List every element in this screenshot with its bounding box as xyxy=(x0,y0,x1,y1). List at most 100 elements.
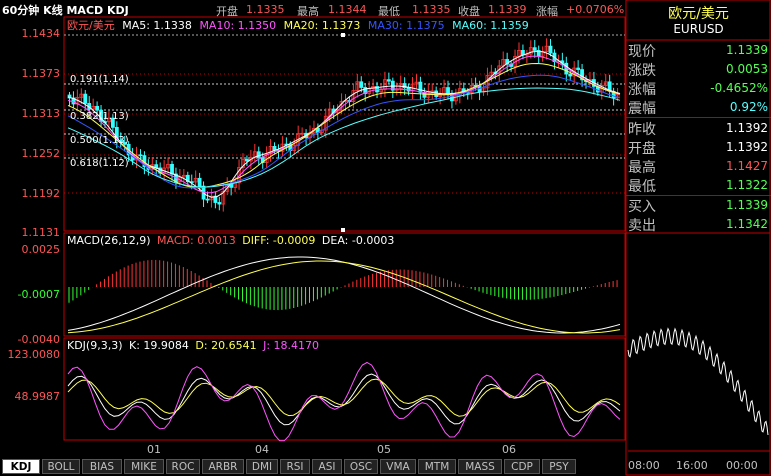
tab-bias[interactable]: BIAS xyxy=(82,459,122,474)
candle-body xyxy=(446,87,450,94)
quote-value: 1.1427 xyxy=(726,159,768,173)
quote-label: 涨跌 xyxy=(628,63,656,79)
diff-value: DIFF: -0.0009 xyxy=(242,234,316,247)
kline-legend: 欧元/美元 MA5: 1.1338 MA10: 1.1350 MA20: 1.1… xyxy=(67,17,529,33)
candle-body xyxy=(170,163,174,175)
quote-value: 1.1342 xyxy=(726,217,768,231)
kdj-y-tick: 123.0080 xyxy=(7,348,61,361)
quote-row: 现价 1.1339 xyxy=(626,41,771,60)
quote-label: 卖出 xyxy=(628,218,656,234)
quote-row: 开盘 1.1392 xyxy=(626,138,771,157)
quote-row: 涨跌 0.0053 xyxy=(626,60,771,79)
tab-mass[interactable]: MASS xyxy=(458,459,502,474)
dea-value: DEA: -0.0003 xyxy=(321,234,395,247)
quote-label: 昨收 xyxy=(628,122,656,138)
quote-panel: 欧元/美元 EURUSD 现价 1.1339 涨跌 0.0053 涨幅 -0.4… xyxy=(626,0,771,476)
quote-row: 涨幅 -0.4652% xyxy=(626,79,771,98)
kdj-y-tick: 48.9987 xyxy=(14,390,61,403)
tab-asi[interactable]: ASI xyxy=(312,459,342,474)
quote-value: 0.0053 xyxy=(726,62,768,76)
ma10-label: MA10: 1.1350 xyxy=(199,19,277,32)
k-value: K: 19.9084 xyxy=(129,339,189,352)
fib-label: 0.500(1.13) xyxy=(70,135,129,146)
ma20-label: MA20: 1.1373 xyxy=(283,19,361,32)
kdj-title: KDJ(9,3,3) xyxy=(67,339,123,352)
macd-y-tick: -0.0040 xyxy=(17,333,60,346)
tab-osc[interactable]: OSC xyxy=(344,459,378,474)
x-axis-label: 01 xyxy=(147,443,161,456)
candle-body xyxy=(568,73,573,77)
kline-y-tick: 1.1131 xyxy=(21,226,61,239)
kdj-panel-frame xyxy=(63,337,626,441)
quote-value: 1.1392 xyxy=(726,140,768,154)
symbol-code: EURUSD xyxy=(673,22,724,36)
tab-roc[interactable]: ROC xyxy=(166,459,200,474)
tab-kdj[interactable]: KDJ xyxy=(2,459,40,474)
tab-cdp[interactable]: CDP xyxy=(504,459,540,474)
ma30-line xyxy=(67,74,621,189)
j-value: J: 18.4170 xyxy=(263,339,320,352)
candle-body xyxy=(217,202,222,205)
ma60-label: MA60: 1.1359 xyxy=(452,19,529,32)
quote-row: 买入 1.1339 xyxy=(626,196,771,215)
macd-y-tick: 0.0025 xyxy=(21,243,61,256)
fib-label: 0.618(1.12) xyxy=(70,158,129,169)
quote-value: 1.1339 xyxy=(726,198,768,212)
indicator-tabs: KDJ BOLL BIAS MIKE ROC ARBR DMI RSI ASI … xyxy=(0,458,625,476)
kline-y-tick: 1.1313 xyxy=(21,107,61,120)
quote-label: 开盘 xyxy=(628,141,656,157)
tab-mike[interactable]: MIKE xyxy=(124,459,164,474)
symbol-header: 欧元/美元 EURUSD xyxy=(626,0,771,40)
candle-body xyxy=(205,198,210,201)
tab-psy[interactable]: PSY xyxy=(542,459,576,474)
tab-rsi[interactable]: RSI xyxy=(280,459,310,474)
candle-body xyxy=(138,154,143,157)
candle-body xyxy=(532,47,537,51)
quote-label: 震幅 xyxy=(628,101,656,117)
x-axis-label: 04 xyxy=(255,443,269,456)
kline-y-tick: 1.1252 xyxy=(21,147,61,160)
x-axis-label: 05 xyxy=(377,443,391,456)
macd-value: MACD: 0.0013 xyxy=(157,234,236,247)
quote-label: 现价 xyxy=(628,44,656,60)
d-line xyxy=(67,378,621,417)
chart-terminal: 60分钟 K线 MACD KDJ 开盘 1.1335 最高 1.1344 最低 … xyxy=(0,0,771,476)
ma60-line xyxy=(67,87,621,188)
tab-mtm[interactable]: MTM xyxy=(418,459,456,474)
fib-label: 0.191(1.14) xyxy=(70,74,129,85)
fib-handle xyxy=(341,228,345,232)
mini-x-label: 16:00 xyxy=(676,459,708,472)
ma5-label: MA5: 1.1338 xyxy=(122,19,192,32)
quote-value: -0.4652% xyxy=(710,81,768,95)
candle-body xyxy=(418,81,423,93)
kline-y-tick: 1.1434 xyxy=(21,27,61,40)
quote-label: 涨幅 xyxy=(628,82,656,98)
candle-body xyxy=(359,81,364,88)
quote-value: 0.92% xyxy=(729,100,768,114)
kline-panel-frame xyxy=(63,16,626,232)
fib-handle xyxy=(341,33,345,37)
macd-y-tick: -0.0007 xyxy=(17,288,60,301)
quote-row: 最高 1.1427 xyxy=(626,157,771,176)
x-axis-label: 06 xyxy=(502,443,516,456)
candle-body xyxy=(576,67,581,70)
candle-body xyxy=(95,105,99,111)
kline-y-tick: 1.1192 xyxy=(21,187,61,200)
candle-body xyxy=(83,93,88,104)
macd-title: MACD(26,12,9) xyxy=(67,234,151,247)
candle-body xyxy=(256,151,261,158)
k-line xyxy=(67,373,621,426)
ma10-line xyxy=(67,55,621,194)
tab-vma[interactable]: VMA xyxy=(380,459,416,474)
tab-dmi[interactable]: DMI xyxy=(246,459,278,474)
candle-body xyxy=(197,177,202,187)
tab-boll[interactable]: BOLL xyxy=(42,459,80,474)
mini-x-label: 08:00 xyxy=(628,459,660,472)
macd-legend: MACD(26,12,9) MACD: 0.0013 DIFF: -0.0009… xyxy=(67,234,394,247)
ma5-line xyxy=(67,50,621,198)
tab-arbr[interactable]: ARBR xyxy=(202,459,244,474)
quote-label: 最高 xyxy=(628,160,656,176)
kline-symbol: 欧元/美元 xyxy=(67,19,115,32)
kline-y-tick: 1.1373 xyxy=(21,67,61,80)
fib-label: 0.382(1.13) xyxy=(70,111,129,122)
